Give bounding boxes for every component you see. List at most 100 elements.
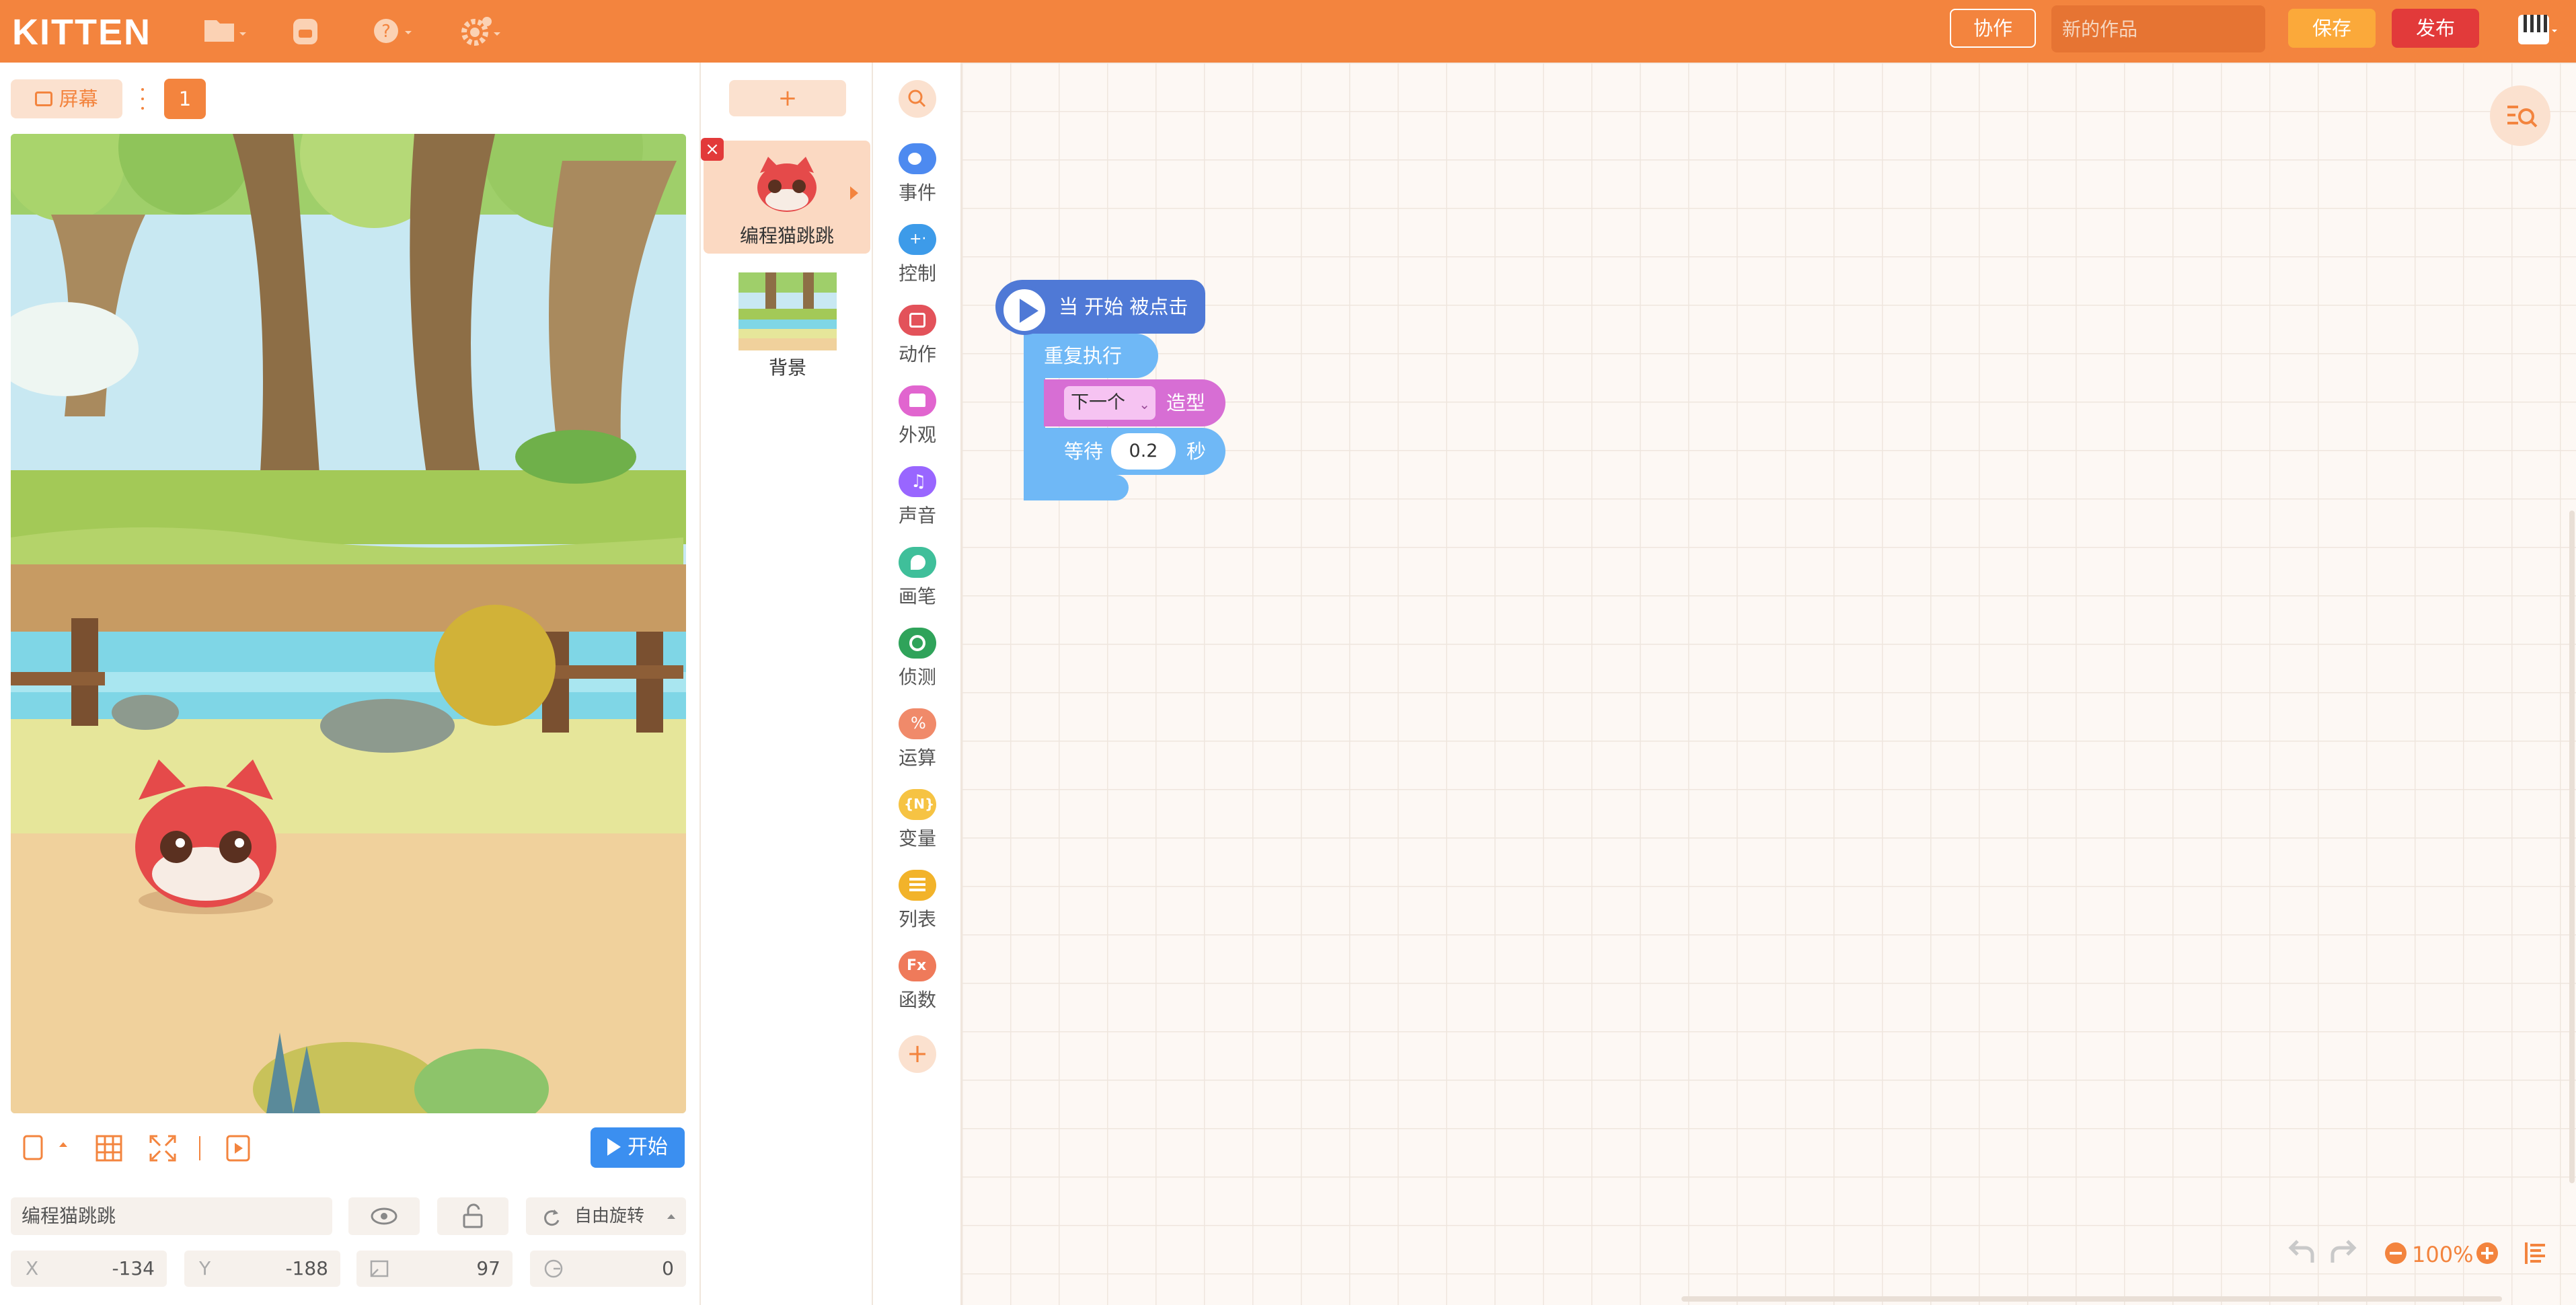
category-sound[interactable]: ♫ 声音 — [873, 466, 962, 540]
start-button[interactable]: 开始 — [591, 1127, 685, 1168]
record-video-icon[interactable] — [223, 1133, 253, 1163]
x-value: -134 — [112, 1257, 155, 1279]
zoom-out-icon[interactable] — [2382, 1233, 2409, 1273]
caret-up-icon — [667, 1214, 675, 1219]
collab-button[interactable]: 协作 — [1950, 9, 2036, 48]
settings-icon[interactable] — [457, 12, 504, 50]
category-label: 侦测 — [898, 666, 936, 688]
stage-canvas[interactable] — [11, 134, 686, 1113]
category-label: 函数 — [898, 989, 936, 1011]
category-events[interactable]: 事件 — [873, 143, 962, 217]
category-label: 动作 — [898, 343, 936, 365]
zoom-in-icon[interactable] — [2474, 1233, 2501, 1273]
category-lists[interactable]: 列表 — [873, 870, 962, 944]
code-workspace[interactable]: 100% — [962, 63, 2576, 1305]
align-blocks-icon[interactable] — [2522, 1233, 2549, 1273]
when-start-clicked-block[interactable]: 当 开始 被点击 — [995, 280, 1205, 335]
visibility-toggle[interactable] — [348, 1197, 420, 1235]
block-category-panel: 事件 +· 控制 动作 外观 ♫ 声音 画笔 侦测 % 运算 {N} 变量 列表 Fx 函… — [873, 63, 962, 1305]
wait-seconds-input[interactable]: 0.2 — [1111, 433, 1176, 470]
backpack-icon[interactable] — [282, 12, 330, 50]
category-sensing[interactable]: 侦测 — [873, 628, 962, 702]
redo-icon[interactable] — [2327, 1233, 2361, 1273]
motion-icon — [899, 305, 936, 336]
direction-field[interactable]: 0 — [530, 1251, 686, 1287]
separator-dots — [141, 88, 144, 110]
play-icon — [607, 1138, 621, 1156]
project-title-input[interactable] — [2051, 5, 2265, 52]
y-label: Y — [199, 1257, 211, 1279]
aspect-ratio-icon[interactable] — [20, 1133, 50, 1163]
help-icon[interactable]: ? — [369, 12, 416, 50]
hat-block-label: 当 开始 被点击 — [1059, 295, 1188, 318]
sprite-card-cat[interactable]: × 编程猫跳跳 — [701, 138, 870, 254]
repeat-forever-block[interactable]: 重复执行 — [1024, 334, 1158, 378]
rotate-icon — [544, 1209, 560, 1226]
sound-icon: ♫ — [899, 466, 936, 497]
costume-block-label: 造型 — [1166, 392, 1206, 414]
costume-dropdown[interactable]: 下一个 ⌄ — [1064, 386, 1156, 420]
y-coordinate-field[interactable]: Y -188 — [184, 1251, 340, 1287]
size-field[interactable]: 97 — [356, 1251, 513, 1287]
direction-icon — [544, 1259, 563, 1278]
tool-divider — [199, 1136, 200, 1160]
category-looks[interactable]: 外观 — [873, 385, 962, 459]
stage-panel: 屏幕 1 开始 编程猫跳跳 自由旋转 X -134 Y -188 97 0 — [0, 63, 701, 1305]
category-operators[interactable]: % 运算 — [873, 708, 962, 782]
background-name-label: 背景 — [768, 357, 806, 379]
folder-icon[interactable] — [202, 12, 249, 50]
category-label: 控制 — [898, 262, 936, 285]
block-search-icon[interactable] — [899, 80, 936, 118]
category-control[interactable]: +· 控制 — [873, 224, 962, 298]
workspace-search-icon[interactable] — [2490, 85, 2550, 146]
screen-toggle-button[interactable]: 屏幕 — [11, 79, 122, 118]
add-sprite-button[interactable]: + — [729, 80, 846, 116]
chevron-down-icon: ⌄ — [1139, 396, 1150, 412]
rotation-mode-select[interactable]: 自由旋转 — [526, 1197, 686, 1235]
save-button[interactable]: 保存 — [2288, 9, 2376, 48]
category-label: 变量 — [898, 827, 936, 850]
piano-icon[interactable] — [2517, 11, 2557, 48]
sprite-name-field[interactable]: 编程猫跳跳 — [11, 1197, 332, 1235]
events-icon — [899, 143, 936, 174]
zoom-level: 100% — [2412, 1242, 2474, 1267]
start-label: 开始 — [628, 1135, 668, 1159]
y-value: -188 — [285, 1257, 328, 1279]
category-variables[interactable]: {N} 变量 — [873, 789, 962, 863]
publish-button[interactable]: 发布 — [2392, 9, 2479, 48]
wait-unit-label: 秒 — [1186, 440, 1207, 463]
sensing-icon — [899, 628, 936, 659]
costume-dropdown-value: 下一个 — [1071, 392, 1125, 413]
rotation-mode-label: 自由旋转 — [574, 1206, 645, 1226]
add-extension-button[interactable]: + — [899, 1035, 936, 1073]
horizontal-scrollbar[interactable] — [1681, 1296, 2502, 1302]
wait-block[interactable]: 等待 0.2 秒 — [1044, 428, 1225, 475]
vertical-scrollbar[interactable] — [2569, 511, 2575, 1183]
expand-arrow-icon[interactable] — [850, 186, 858, 200]
control-icon: +· — [899, 224, 936, 255]
x-label: X — [26, 1257, 39, 1279]
scene-number-button[interactable]: 1 — [164, 79, 206, 119]
lock-toggle[interactable] — [437, 1197, 508, 1235]
sprite-card-background[interactable]: 背景 — [730, 272, 845, 380]
functions-icon: Fx — [899, 950, 936, 981]
next-costume-block[interactable]: 下一个 ⌄ 造型 — [1044, 379, 1225, 426]
pen-icon — [899, 547, 936, 578]
grid-icon[interactable] — [94, 1133, 124, 1163]
category-motion[interactable]: 动作 — [873, 305, 962, 379]
fullscreen-icon[interactable] — [148, 1133, 178, 1163]
app-logo: KITTEN — [12, 12, 151, 52]
delete-sprite-icon[interactable]: × — [701, 138, 724, 161]
looks-icon — [899, 385, 936, 416]
svg-text:?: ? — [381, 22, 391, 42]
category-label: 画笔 — [898, 585, 936, 607]
screen-rotate-icon — [35, 91, 53, 106]
undo-icon[interactable] — [2284, 1233, 2318, 1273]
category-pen[interactable]: 画笔 — [873, 547, 962, 621]
wait-label: 等待 — [1064, 440, 1104, 463]
category-functions[interactable]: Fx 函数 — [873, 950, 962, 1024]
category-label: 声音 — [898, 505, 936, 527]
caret-up-icon[interactable] — [56, 1138, 70, 1151]
x-coordinate-field[interactable]: X -134 — [11, 1251, 167, 1287]
sprite-list-panel: + × 编程猫跳跳 背景 — [701, 63, 873, 1305]
